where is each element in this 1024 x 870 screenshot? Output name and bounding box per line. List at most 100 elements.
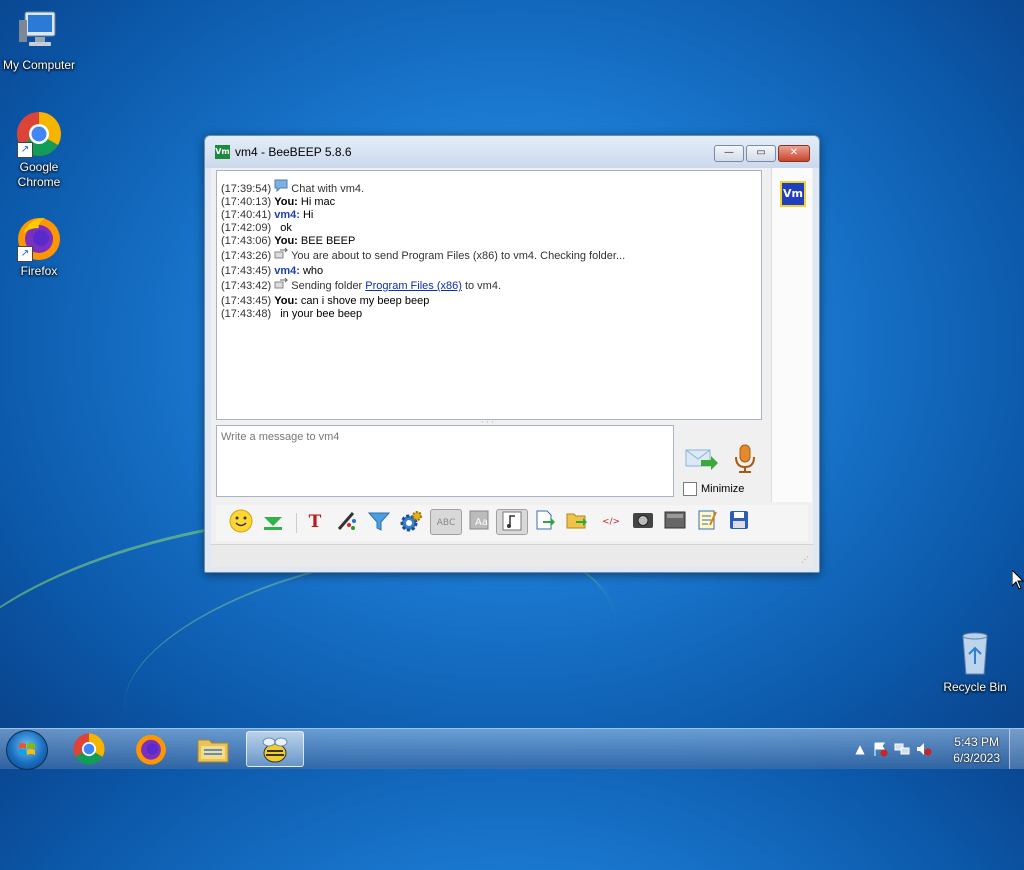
sender-name: vm4: — [274, 209, 300, 221]
chat-line: (17:43:42) Sending folder Program Files … — [221, 277, 757, 295]
message-input[interactable]: Write a message to vm4 — [216, 425, 674, 497]
sender-name: You: — [274, 196, 298, 208]
windows-logo-icon — [19, 743, 35, 755]
start-button[interactable] — [6, 730, 48, 770]
desktop-icon-label: Firefox — [20, 264, 58, 278]
clock[interactable]: 5:43 PM 6/3/2023 — [953, 734, 1000, 766]
taskbar: ▲ 5:43 PM 6/3/2023 — [0, 728, 1024, 770]
save-icon[interactable] — [726, 509, 752, 535]
timestamp: (17:40:41) — [221, 209, 272, 221]
message-text: in your bee beep — [280, 308, 363, 320]
user-avatar[interactable]: Vm — [780, 181, 806, 207]
system-message: Chat with vm4. — [291, 183, 365, 195]
desktop-icon-label: Recycle Bin — [943, 680, 1007, 694]
system-message: Sending folder — [291, 280, 363, 292]
send-file-icon[interactable] — [532, 509, 558, 535]
app-icon: Vm — [215, 145, 230, 159]
beebeep-window: Vm vm4 - BeeBEEP 5.8.6 — ▭ ✕ (17:39:54) … — [204, 135, 820, 573]
toolbar-separator — [296, 513, 297, 533]
timestamp: (17:43:45) — [221, 265, 272, 277]
file-transfer-icon — [274, 277, 289, 290]
system-message: You are about to send Program Files (x86… — [291, 250, 626, 262]
volume-muted-icon[interactable] — [916, 741, 932, 757]
chat-log[interactable]: (17:39:54) Chat with vm4. (17:40:13) You… — [216, 170, 762, 420]
chrome-icon — [73, 733, 105, 765]
desktop-icon-google-chrome[interactable]: ↗ Google Chrome — [0, 110, 79, 190]
taskbar-firefox[interactable] — [122, 731, 180, 767]
file-transfer-icon — [274, 247, 289, 260]
close-button[interactable]: ✕ — [778, 145, 810, 162]
taskbar-beebeep[interactable] — [246, 731, 304, 767]
music-note-icon[interactable] — [496, 509, 528, 535]
message-text: Hi — [302, 209, 314, 221]
timestamp: (17:43:06) — [221, 235, 272, 247]
folder-link[interactable]: Program Files (x86) — [365, 280, 462, 292]
minimize-label: Minimize — [701, 483, 745, 495]
title-bar[interactable]: Vm vm4 - BeeBEEP 5.8.6 — ▭ ✕ — [205, 136, 819, 168]
explorer-icon — [197, 739, 229, 763]
maximize-button[interactable]: ▭ — [746, 145, 776, 162]
emoticon-icon[interactable] — [228, 509, 254, 535]
voice-message-button[interactable] — [733, 444, 757, 474]
splitter-handle[interactable]: · · · — [481, 419, 497, 427]
minimize-checkbox[interactable] — [683, 482, 697, 496]
text-icon[interactable]: Aa — [466, 509, 492, 535]
minimize-button[interactable]: — — [714, 145, 744, 162]
chat-line: (17:40:41) vm4: Hi — [221, 209, 757, 222]
chrome-icon: ↗ — [15, 110, 63, 158]
action-center-icon[interactable] — [872, 741, 888, 757]
network-icon[interactable] — [894, 741, 910, 757]
desktop-icon-label: Google Chrome — [17, 160, 61, 189]
filter-icon[interactable] — [366, 509, 392, 535]
chat-line: (17:43:45) vm4: who — [221, 265, 757, 278]
chat-toolbar: T ABC Aa </> — [216, 505, 808, 541]
download-icon[interactable] — [260, 509, 286, 535]
window-client: (17:39:54) Chat with vm4. (17:40:13) You… — [211, 168, 813, 567]
send-icon — [685, 449, 718, 470]
screenshot-icon[interactable] — [630, 509, 656, 535]
svg-text:Aa: Aa — [475, 517, 488, 528]
resize-grip[interactable]: ⋰ — [801, 555, 811, 565]
taskbar-chrome[interactable] — [60, 731, 118, 767]
timestamp: (17:39:54) — [221, 183, 272, 195]
show-desktop-button[interactable] — [1009, 729, 1024, 769]
desktop-icon-my-computer[interactable]: My Computer — [0, 8, 79, 73]
message-text: who — [302, 265, 324, 277]
message-text: can i shove my beep beep — [300, 295, 430, 307]
beebeep-icon — [262, 737, 288, 763]
screen-icon[interactable] — [662, 509, 688, 535]
window-title: vm4 - BeeBEEP 5.8.6 — [235, 145, 352, 159]
font-icon[interactable]: T — [302, 509, 328, 535]
color-icon[interactable] — [334, 509, 360, 535]
message-text: ok — [280, 222, 292, 234]
notes-icon[interactable] — [694, 509, 720, 535]
firefox-icon: ↗ — [15, 214, 63, 262]
status-bar: ⋰ — [211, 544, 813, 567]
message-text: BEE BEEP — [300, 235, 356, 247]
message-placeholder: Write a message to vm4 — [221, 431, 340, 443]
settings-icon[interactable] — [398, 509, 424, 535]
timestamp: (17:43:42) — [221, 280, 272, 292]
show-hidden-icons-icon[interactable]: ▲ — [852, 741, 868, 757]
html-icon[interactable]: </> — [598, 509, 624, 535]
system-tray: ▲ 5:43 PM 6/3/2023 — [844, 729, 1024, 769]
chat-line: (17:42:09) ok — [221, 222, 757, 235]
chat-line: (17:40:13) You: Hi mac — [221, 196, 757, 209]
send-button[interactable] — [685, 446, 719, 472]
timestamp: (17:42:09) — [221, 222, 272, 234]
user-panel: Vm — [771, 168, 812, 502]
chat-bubble-icon — [274, 179, 288, 193]
taskbar-explorer[interactable] — [184, 731, 242, 767]
message-text: Hi mac — [300, 196, 336, 208]
system-message: to vm4. — [464, 280, 502, 292]
chat-line: (17:43:06) You: BEE BEEP — [221, 235, 757, 248]
desktop-icon-firefox[interactable]: ↗ Firefox — [0, 214, 79, 279]
send-folder-icon[interactable] — [564, 509, 590, 535]
microphone-icon — [735, 444, 755, 473]
spellcheck-icon[interactable]: ABC — [430, 509, 462, 535]
desktop-icon-label: My Computer — [2, 58, 76, 72]
chat-line: (17:43:48) in your bee beep — [221, 308, 757, 321]
timestamp: (17:43:26) — [221, 250, 272, 262]
desktop-icon-recycle-bin[interactable]: Recycle Bin — [935, 630, 1015, 695]
timestamp: (17:40:13) — [221, 196, 272, 208]
